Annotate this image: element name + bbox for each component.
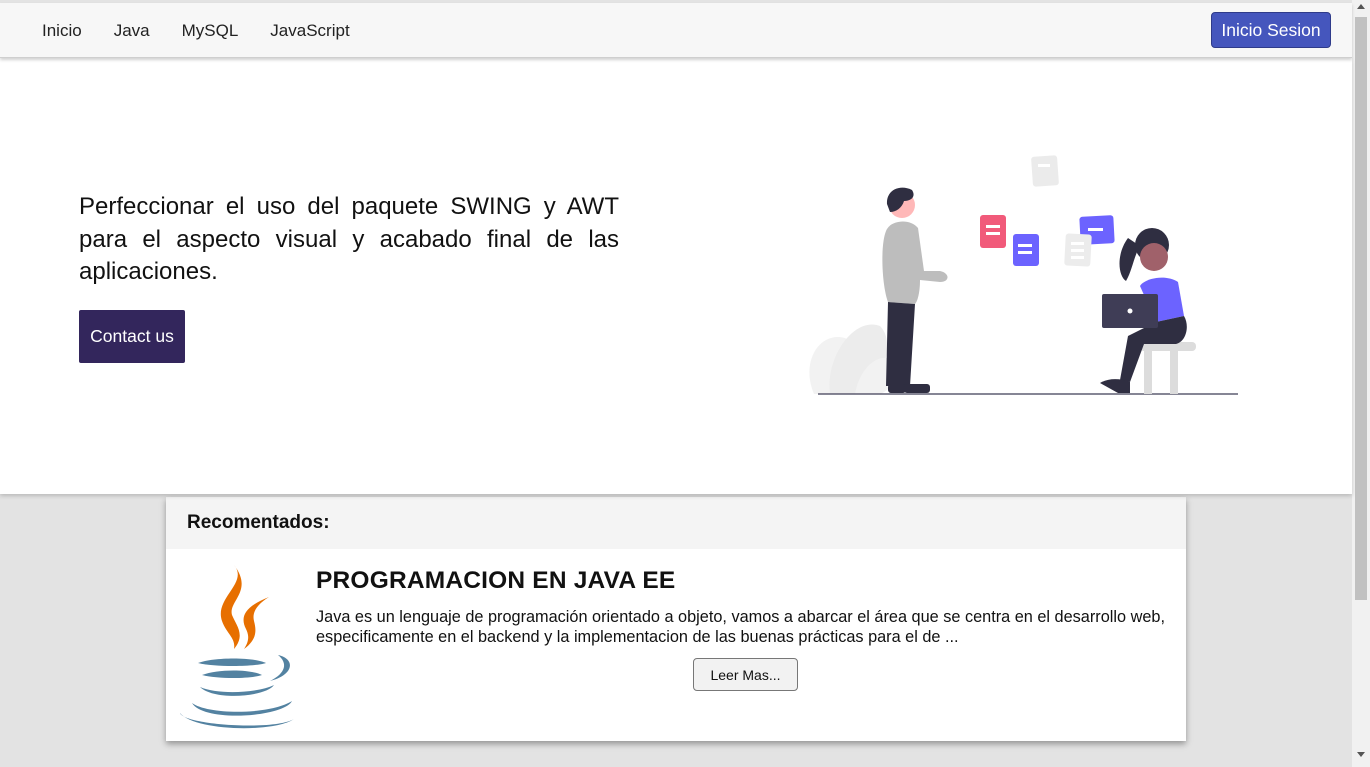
nav-link-javascript[interactable]: JavaScript xyxy=(270,21,349,41)
nav-link-mysql[interactable]: MySQL xyxy=(182,21,239,41)
contact-us-button[interactable]: Contact us xyxy=(79,310,185,363)
nav-links: Inicio Java MySQL JavaScript xyxy=(42,3,382,58)
hero-text: Perfeccionar el uso del paquete SWING y … xyxy=(79,193,619,285)
recommended-card: Recomentados: PROGRAMACION EN JAVA EE Ja… xyxy=(166,497,1186,741)
java-logo-icon xyxy=(180,565,294,729)
people-documents-illustration xyxy=(809,155,1238,395)
login-button[interactable]: Inicio Sesion xyxy=(1211,12,1331,48)
read-more-button[interactable]: Leer Mas... xyxy=(693,658,798,691)
course-description: Java es un lenguaje de programación orie… xyxy=(316,608,1165,646)
scroll-thumb[interactable] xyxy=(1355,17,1367,600)
recommended-header: Recomentados: xyxy=(166,497,1186,549)
hero-section: Perfeccionar el uso del paquete SWING y … xyxy=(0,58,1352,494)
nav-link-java[interactable]: Java xyxy=(114,21,150,41)
page-scrollbar[interactable] xyxy=(1352,0,1370,767)
top-navbar: Inicio Java MySQL JavaScript Inicio Sesi… xyxy=(0,3,1352,58)
course-title[interactable]: PROGRAMACION EN JAVA EE xyxy=(316,567,675,595)
scroll-up-arrow-icon[interactable] xyxy=(1357,4,1365,9)
nav-link-inicio[interactable]: Inicio xyxy=(42,21,82,41)
scroll-down-arrow-icon[interactable] xyxy=(1357,752,1365,757)
